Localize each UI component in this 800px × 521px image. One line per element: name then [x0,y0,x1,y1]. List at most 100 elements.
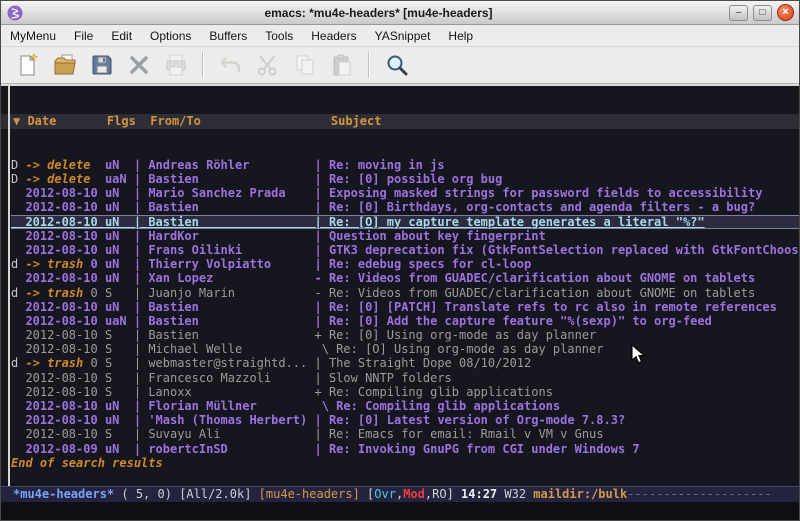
message-row[interactable]: 2012-08-10 uN | Bastien | Re: [0] Birthd… [11,200,799,214]
message-row[interactable]: 2012-08-10 uN | Florian Müllner \ Re: Co… [11,399,799,413]
menu-buffers[interactable]: Buffers [200,26,256,46]
message-row[interactable]: 2012-08-10 uN | Xan Lopez - Re: Videos f… [11,271,799,285]
window-title: emacs: *mu4e-headers* [mu4e-headers] [28,6,729,20]
from: Bastien [148,200,307,214]
subject: Re: Videos from GUADEC/clarification abo… [329,286,755,300]
message-row[interactable]: 2012-08-10 uN | Frans Oilinki | GTK3 dep… [11,243,799,257]
menu-tools[interactable]: Tools [256,26,302,46]
flags: uaN [105,172,127,186]
flags: S [105,356,127,370]
message-row[interactable]: d -> trash 0 S | webmaster@straightd... … [11,356,799,370]
from: Thierry Volpiatto [148,257,307,271]
modeline-segment: [mu4e-headers] [259,487,360,501]
menu-help[interactable]: Help [439,26,482,46]
scrollbar[interactable] [8,86,10,486]
kill-buffer-button[interactable] [124,51,153,80]
message-row[interactable]: 2012-08-10 S | Bastien + Re: [0] Using o… [11,328,799,342]
thread-prefix: | [307,427,329,441]
from: Michael Welle [148,342,307,356]
date: 2012-08-10 [25,371,104,385]
mark-flag [11,229,25,243]
message-row[interactable]: 2012-08-10 uN | 'Mash (Thomas Herbert) |… [11,413,799,427]
subject: Re: [O] my capture template generates a … [329,215,705,229]
menu-file[interactable]: File [65,26,102,46]
menu-options[interactable]: Options [141,26,200,46]
message-row[interactable]: D -> delete uaN | Bastien | Re: [0] poss… [11,172,799,186]
message-row[interactable]: D -> delete uN | Andreas Röhler | Re: mo… [11,158,799,172]
flags: uaN [105,314,127,328]
subject: Re: [O] Using org-mode as day planner [336,342,603,356]
flags: uN [105,442,127,456]
save-icon [90,53,114,77]
message-row[interactable]: 2012-08-10 S | Suvayu Ali | Re: Emacs fo… [11,427,799,441]
maximize-button[interactable]: □ [753,5,772,21]
subject: Re: Videos from GUADEC/clarification abo… [329,271,755,285]
date: 2012-08-10 [25,215,104,229]
message-row[interactable]: 2012-08-10 uN | HardKor | Question about… [11,229,799,243]
message-row[interactable]: 2012-08-10 uN | Bastien | Re: [O] my cap… [11,215,799,229]
menu-headers[interactable]: Headers [302,26,365,46]
date: 2012-08-10 [25,342,104,356]
from: Suvayu Ali [148,427,307,441]
echo-area[interactable] [1,502,799,520]
message-row[interactable]: d -> trash 0 uN | Thierry Volpiatto | Re… [11,257,799,271]
date: 2012-08-10 [25,300,104,314]
subject: Re: [0] Birthdays, org-contacts and agen… [329,200,755,214]
undo-button [216,51,245,80]
thread-prefix: | [307,215,329,229]
mark-flag [11,413,25,427]
copy-button [290,51,319,80]
mark-flag [11,200,25,214]
thread-prefix: | [307,371,329,385]
mark-flag [11,300,25,314]
mark-flag [11,385,25,399]
message-row[interactable]: 2012-08-10 S | Francesco Mazzoli | Slow … [11,371,799,385]
message-row[interactable]: 2012-08-10 S | Lanoxx + Re: Compiling gl… [11,385,799,399]
toolbar-separator [202,52,204,78]
mode-line[interactable]: *mu4e-headers* ( 5, 0) [All/2.0k] [mu4e-… [1,486,799,502]
cut-button [253,51,282,80]
new-file-button[interactable] [13,51,42,80]
open-file-button[interactable] [50,51,79,80]
thread-prefix: - [307,271,329,285]
message-row[interactable]: 2012-08-10 uN | Bastien | Re: [0] [PATCH… [11,300,799,314]
search-button[interactable] [382,51,411,80]
mark-flag [11,342,25,356]
flags: uN [105,243,127,257]
open-file-icon [53,53,77,77]
thread-prefix: | [307,186,329,200]
thread-prefix: + [307,385,329,399]
flags: S [105,385,127,399]
thread-prefix: | [307,413,329,427]
modeline-segment: -------------------- [627,487,772,501]
message-row[interactable]: 2012-08-10 uaN | Bastien | Re: [0] Add t… [11,314,799,328]
mark-flag: d [11,286,25,300]
subject: Re: edebug specs for cl-loop [329,257,531,271]
modeline-segment: Ovr [374,487,396,501]
date: 2012-08-10 [25,427,104,441]
minimize-button[interactable]: – [729,5,748,21]
message-row[interactable]: 2012-08-10 S | Michael Welle \ Re: [O] U… [11,342,799,356]
menu-edit[interactable]: Edit [102,26,141,46]
thread-prefix: | [307,172,329,186]
modeline-segment: ( 5, 0) [114,487,179,501]
thread-prefix: | [307,229,329,243]
buffer-area[interactable]: ▼ Date Flgs From/To Subject D -> delete … [1,84,799,486]
thread-prefix: | [307,243,329,257]
cut-icon [256,53,280,77]
message-row[interactable]: d -> trash 0 S | Juanjo Marin - Re: Vide… [11,286,799,300]
message-list: D -> delete uN | Andreas Röhler | Re: mo… [11,158,799,470]
close-button[interactable]: × [777,4,794,21]
mark-action: -> trash [25,286,83,300]
flags: uN [105,229,127,243]
message-row[interactable]: 2012-08-09 uN | robertcInSD | Re: Invoki… [11,442,799,456]
titlebar[interactable]: emacs: *mu4e-headers* [mu4e-headers] – □… [1,1,799,25]
flags: S [105,286,127,300]
message-row[interactable]: 2012-08-10 uN | Mario Sanchez Prada | Ex… [11,186,799,200]
header-line[interactable]: ▼ Date Flgs From/To Subject [1,114,799,129]
menu-yasnippet[interactable]: YASnippet [366,26,440,46]
save-button[interactable] [87,51,116,80]
menu-mymenu[interactable]: MyMenu [1,26,65,46]
thread-prefix: \ [307,399,336,413]
mark-flag [11,314,25,328]
